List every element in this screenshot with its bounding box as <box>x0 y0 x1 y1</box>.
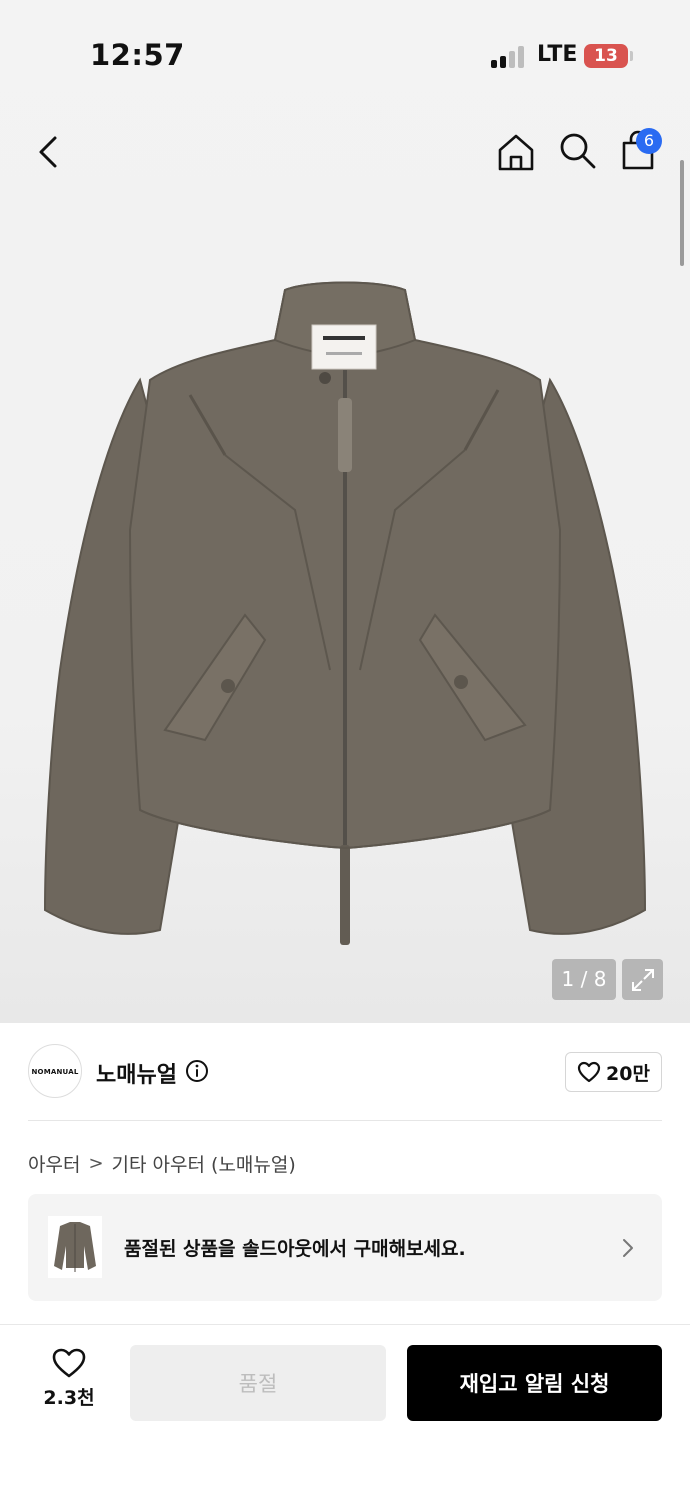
soldout-button: 품절 <box>130 1345 386 1421</box>
breadcrumb-item-category[interactable]: 기타 아우터 (노매뉴얼) <box>112 1150 296 1177</box>
status-bar: 12:57 LTE 13 <box>0 0 690 110</box>
battery-level: 13 <box>594 46 618 66</box>
wishlist-count: 2.3천 <box>43 1387 95 1409</box>
product-gallery[interactable]: 12:57 LTE 13 6 1 / 8 <box>0 0 690 1023</box>
search-icon <box>560 133 596 169</box>
breadcrumb-item-outer[interactable]: 아우터 <box>28 1150 80 1177</box>
heart-icon <box>577 1061 601 1083</box>
chevron-left-icon <box>39 136 57 168</box>
scroll-indicator <box>680 160 684 266</box>
bottom-action-bar: 2.3천 품절 재입고 알림 신청 <box>0 1325 690 1500</box>
back-button[interactable] <box>26 130 70 174</box>
brand-row: NOMANUAL 노매뉴얼 20만 <box>0 1040 690 1104</box>
brand-like-count: 20만 <box>606 1062 650 1085</box>
expand-button[interactable] <box>622 959 663 1000</box>
soldout-banner[interactable]: 품절된 상품을 솔드아웃에서 구매해보세요. <box>28 1194 662 1301</box>
expand-icon <box>631 968 654 991</box>
network-type: LTE <box>537 42 578 67</box>
battery-cap <box>630 51 633 61</box>
product-image[interactable] <box>40 270 650 960</box>
cart-count-badge: 6 <box>636 128 662 154</box>
breadcrumb-separator: > <box>88 1153 104 1174</box>
home-button[interactable] <box>494 130 538 174</box>
battery-icon: 13 <box>584 44 628 68</box>
chevron-right-icon <box>623 1239 633 1257</box>
cellular-signal-icon <box>491 44 525 68</box>
image-counter: 1 / 8 <box>552 959 616 1000</box>
home-icon <box>498 134 534 171</box>
restock-alert-button[interactable]: 재입고 알림 신청 <box>407 1345 662 1421</box>
brand-name[interactable]: 노매뉴얼 <box>96 1057 177 1089</box>
wishlist-button[interactable]: 2.3천 <box>30 1347 108 1415</box>
heart-icon <box>52 1348 86 1378</box>
soldout-banner-text: 품절된 상품을 솔드아웃에서 구매해보세요. <box>124 1238 466 1260</box>
brand-logo[interactable]: NOMANUAL <box>28 1044 82 1098</box>
status-time: 12:57 <box>90 38 185 72</box>
section-divider <box>28 1120 662 1121</box>
brand-like-button[interactable]: 20만 <box>565 1052 662 1092</box>
search-button[interactable] <box>555 128 599 172</box>
info-icon[interactable] <box>185 1059 209 1083</box>
breadcrumb: 아우터 > 기타 아우터 (노매뉴얼) <box>28 1150 296 1177</box>
soldout-thumbnail <box>48 1216 102 1278</box>
